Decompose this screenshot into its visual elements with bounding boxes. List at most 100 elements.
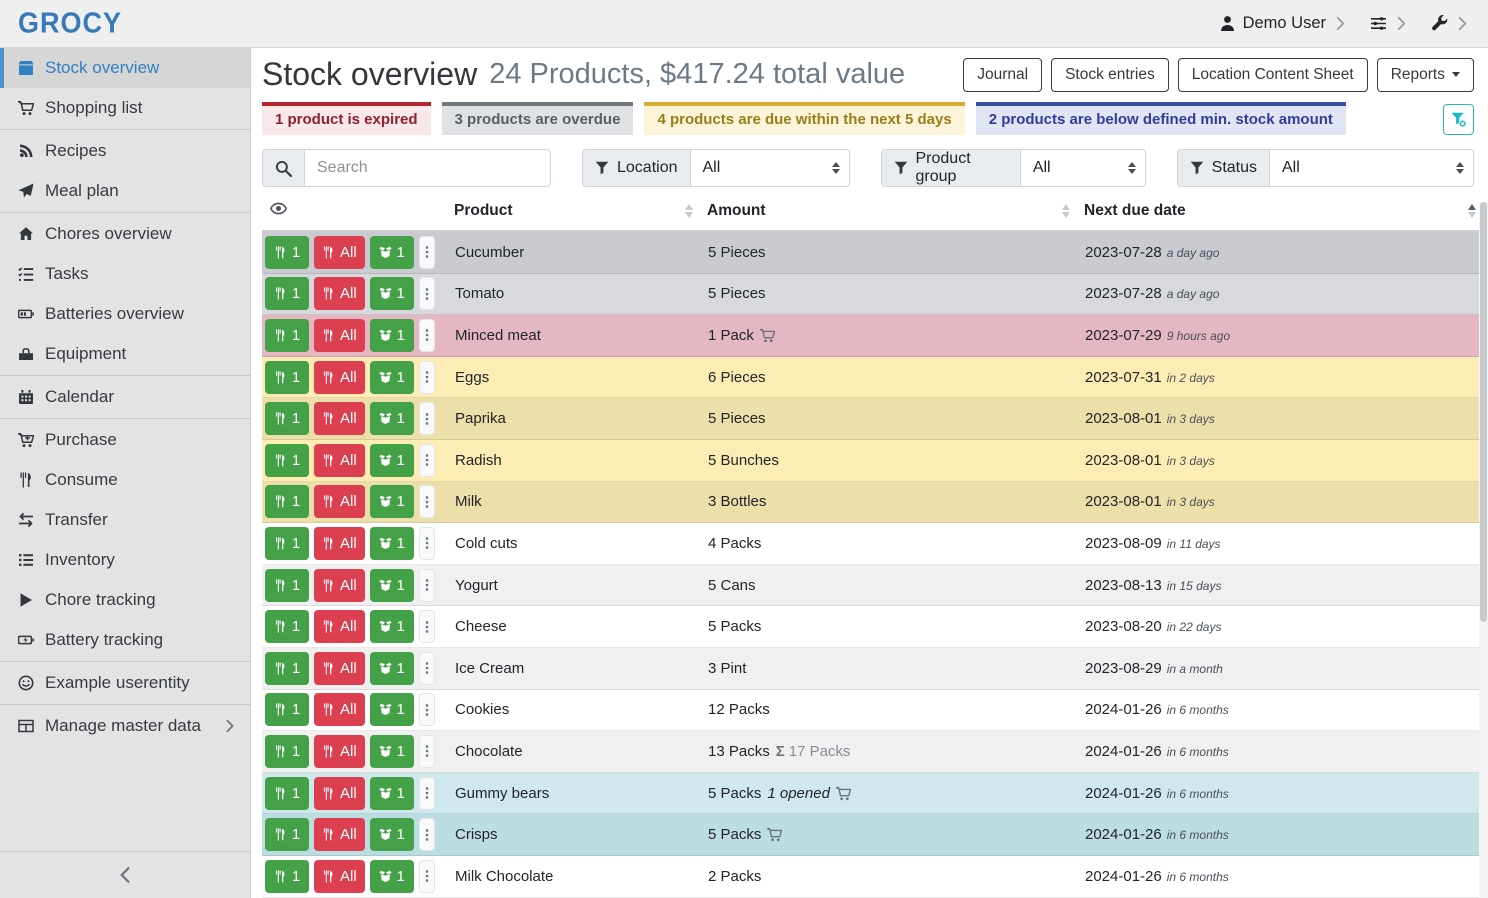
open-one-button[interactable]: 1 [370, 777, 414, 810]
product-name[interactable]: Tomato [448, 285, 701, 302]
product-name[interactable]: Cold cuts [448, 535, 701, 552]
open-one-button[interactable]: 1 [370, 860, 414, 893]
row-menu-button[interactable] [419, 569, 435, 602]
user-menu[interactable]: Demo User [1219, 14, 1348, 33]
location-select[interactable]: All [690, 149, 850, 187]
reports-button[interactable]: Reports [1377, 58, 1474, 92]
consume-all-button[interactable]: All [314, 860, 365, 893]
consume-one-button[interactable]: 1 [265, 277, 309, 310]
stock-entries-button[interactable]: Stock entries [1051, 58, 1169, 92]
amount-column-header[interactable]: Amount [701, 198, 1078, 224]
row-menu-button[interactable] [419, 485, 435, 518]
product-name[interactable]: Cheese [448, 618, 701, 635]
consume-one-button[interactable]: 1 [265, 777, 309, 810]
consume-all-button[interactable]: All [314, 569, 365, 602]
open-one-button[interactable]: 1 [370, 569, 414, 602]
product-name[interactable]: Milk [448, 493, 701, 510]
row-menu-button[interactable] [419, 860, 435, 893]
consume-one-button[interactable]: 1 [265, 610, 309, 643]
consume-all-button[interactable]: All [314, 319, 365, 352]
sidebar-item-manage-master-data[interactable]: Manage master data [0, 706, 250, 746]
open-one-button[interactable]: 1 [370, 693, 414, 726]
row-menu-button[interactable] [419, 693, 435, 726]
row-menu-button[interactable] [419, 319, 435, 352]
sidebar-item-equipment[interactable]: Equipment [0, 334, 250, 374]
open-one-button[interactable]: 1 [370, 319, 414, 352]
consume-all-button[interactable]: All [314, 610, 365, 643]
journal-button[interactable]: Journal [963, 58, 1042, 92]
sidebar-item-chores-overview[interactable]: Chores overview [0, 214, 250, 254]
sidebar-item-purchase[interactable]: Purchase [0, 420, 250, 460]
product-column-header[interactable]: Product [448, 198, 701, 224]
consume-one-button[interactable]: 1 [265, 569, 309, 602]
sidebar-item-stock-overview[interactable]: Stock overview [0, 48, 250, 88]
search-input[interactable] [304, 149, 551, 187]
product-name[interactable]: Cookies [448, 701, 701, 718]
vertical-scrollbar[interactable] [1479, 202, 1488, 898]
sidebar-item-transfer[interactable]: Transfer [0, 500, 250, 540]
consume-one-button[interactable]: 1 [265, 735, 309, 768]
row-menu-button[interactable] [419, 236, 435, 269]
product-name[interactable]: Paprika [448, 410, 701, 427]
row-menu-button[interactable] [419, 402, 435, 435]
sidebar-item-inventory[interactable]: Inventory [0, 540, 250, 580]
scrollbar-thumb[interactable] [1480, 202, 1487, 622]
settings-menu[interactable] [1370, 15, 1409, 32]
sidebar-item-consume[interactable]: Consume [0, 460, 250, 500]
consume-all-button[interactable]: All [314, 527, 365, 560]
product-name[interactable]: Gummy bears [448, 785, 701, 802]
product-name[interactable]: Ice Cream [448, 660, 701, 677]
banner-below-min[interactable]: 2 products are below defined min. stock … [976, 102, 1346, 135]
row-menu-button[interactable] [419, 361, 435, 394]
open-one-button[interactable]: 1 [370, 444, 414, 477]
clear-filter-button[interactable] [1443, 104, 1474, 135]
consume-one-button[interactable]: 1 [265, 527, 309, 560]
row-menu-button[interactable] [419, 818, 435, 851]
consume-one-button[interactable]: 1 [265, 402, 309, 435]
consume-all-button[interactable]: All [314, 236, 365, 269]
consume-all-button[interactable]: All [314, 402, 365, 435]
consume-all-button[interactable]: All [314, 735, 365, 768]
consume-one-button[interactable]: 1 [265, 818, 309, 851]
location-content-sheet-button[interactable]: Location Content Sheet [1178, 58, 1368, 92]
product-group-select[interactable]: All [1020, 149, 1146, 187]
banner-due-soon[interactable]: 4 products are due within the next 5 day… [644, 102, 964, 135]
sidebar-item-calendar[interactable]: Calendar [0, 377, 250, 417]
row-menu-button[interactable] [419, 527, 435, 560]
consume-all-button[interactable]: All [314, 444, 365, 477]
sidebar-item-chore-tracking[interactable]: Chore tracking [0, 580, 250, 620]
column-visibility-header[interactable] [262, 196, 448, 226]
row-menu-button[interactable] [419, 277, 435, 310]
sidebar-item-tasks[interactable]: Tasks [0, 254, 250, 294]
status-select[interactable]: All [1269, 149, 1474, 187]
row-menu-button[interactable] [419, 610, 435, 643]
product-name[interactable]: Minced meat [448, 327, 701, 344]
product-name[interactable]: Yogurt [448, 577, 701, 594]
consume-all-button[interactable]: All [314, 652, 365, 685]
open-one-button[interactable]: 1 [370, 818, 414, 851]
row-menu-button[interactable] [419, 777, 435, 810]
consume-all-button[interactable]: All [314, 361, 365, 394]
product-name[interactable]: Radish [448, 452, 701, 469]
consume-all-button[interactable]: All [314, 693, 365, 726]
consume-all-button[interactable]: All [314, 777, 365, 810]
sidebar-collapse-button[interactable] [0, 851, 250, 898]
open-one-button[interactable]: 1 [370, 610, 414, 643]
sidebar-item-shopping-list[interactable]: Shopping list [0, 88, 250, 128]
consume-one-button[interactable]: 1 [265, 236, 309, 269]
consume-one-button[interactable]: 1 [265, 319, 309, 352]
row-menu-button[interactable] [419, 735, 435, 768]
sidebar-item-recipes[interactable]: Recipes [0, 131, 250, 171]
product-name[interactable]: Milk Chocolate [448, 868, 701, 885]
consume-one-button[interactable]: 1 [265, 485, 309, 518]
product-name[interactable]: Eggs [448, 369, 701, 386]
consume-all-button[interactable]: All [314, 818, 365, 851]
consume-one-button[interactable]: 1 [265, 693, 309, 726]
row-menu-button[interactable] [419, 444, 435, 477]
consume-one-button[interactable]: 1 [265, 860, 309, 893]
consume-all-button[interactable]: All [314, 277, 365, 310]
sidebar-item-example-userentity[interactable]: Example userentity [0, 663, 250, 703]
sidebar-item-meal-plan[interactable]: Meal plan [0, 171, 250, 211]
consume-one-button[interactable]: 1 [265, 652, 309, 685]
banner-expired[interactable]: 1 product is expired [262, 102, 431, 135]
